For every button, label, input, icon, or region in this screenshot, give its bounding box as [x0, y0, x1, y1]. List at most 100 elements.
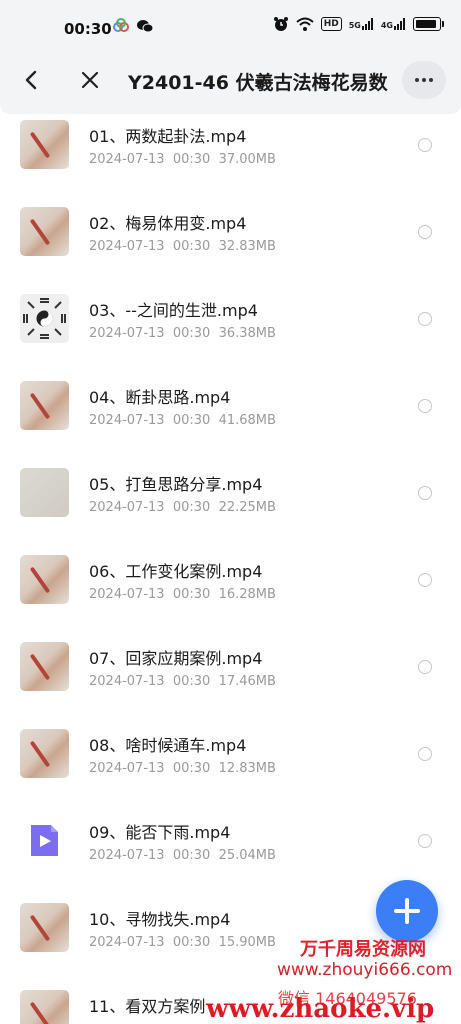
file-name: 01、两数起卦法.mp4: [89, 127, 247, 146]
watermark-site-name: 万千周易资源网: [300, 939, 426, 960]
signal-5g: 5G: [349, 18, 374, 30]
list-item[interactable]: 01、两数起卦法.mp4 2024-07-13 00:30 37.00MB: [0, 114, 461, 201]
alarm-icon: [273, 17, 288, 31]
watermark-url-large: www.zhaoke.vip: [206, 994, 435, 1024]
chevron-left-icon: [25, 70, 37, 90]
video-thumbnail: [20, 207, 69, 256]
file-meta: 2024-07-13 00:30 17.46MB: [89, 674, 276, 689]
status-right-icons: HD 5G 4G: [273, 16, 444, 32]
signal-bars-icon: [394, 18, 405, 30]
network-5g-label: 5G: [348, 21, 361, 30]
chat-bubble-icon: [137, 20, 154, 33]
file-time: 00:30: [172, 848, 211, 863]
list-item[interactable]: 05、打鱼思路分享.mp4 2024-07-13 00:30 22.25MB: [0, 462, 461, 549]
file-date: 2024-07-13: [89, 239, 165, 254]
video-thumbnail: [20, 120, 69, 169]
file-name: 07、回家应期案例.mp4: [89, 649, 263, 668]
page-title: Y2401-46 伏羲古法梅花易数: [128, 72, 388, 94]
video-thumbnail: [20, 990, 69, 1024]
file-time: 00:30: [172, 935, 211, 950]
file-meta: 2024-07-13 00:30 25.04MB: [89, 848, 276, 863]
cloud-app-icon: [113, 18, 129, 32]
file-time: 00:30: [172, 587, 211, 602]
file-name: 03、--之间的生泄.mp4: [89, 301, 258, 320]
file-size: 12.83MB: [218, 761, 276, 776]
status-time: 00:30: [64, 20, 112, 38]
list-item[interactable]: 04、断卦思路.mp4 2024-07-13 00:30 41.68MB: [0, 375, 461, 462]
file-meta: 2024-07-13 00:30 15.90MB: [89, 935, 276, 950]
wifi-icon: [296, 17, 314, 31]
back-button[interactable]: [18, 66, 46, 94]
file-size: 22.25MB: [218, 500, 276, 515]
select-radio[interactable]: [418, 573, 432, 587]
file-name: 11、看双方案例: [89, 997, 206, 1016]
more-options-button[interactable]: [402, 61, 446, 99]
select-radio[interactable]: [418, 834, 432, 848]
status-bar: 00:30 HD 5G 4G: [0, 0, 461, 46]
list-item[interactable]: 02、梅易体用变.mp4 2024-07-13 00:30 32.83MB: [0, 201, 461, 288]
file-date: 2024-07-13: [89, 413, 165, 428]
file-time: 00:30: [172, 326, 211, 341]
status-app-icons: [112, 18, 154, 34]
video-thumbnail: [20, 555, 69, 604]
file-name: 09、能否下雨.mp4: [89, 823, 231, 842]
video-thumbnail: [20, 903, 69, 952]
list-item[interactable]: 06、工作变化案例.mp4 2024-07-13 00:30 16.28MB: [0, 549, 461, 636]
file-date: 2024-07-13: [89, 848, 165, 863]
file-time: 00:30: [172, 239, 211, 254]
signal-bars-icon: [361, 18, 373, 30]
battery-level: [416, 20, 436, 28]
file-size: 16.28MB: [218, 587, 276, 602]
video-thumbnail: [20, 294, 69, 343]
file-name: 05、打鱼思路分享.mp4: [89, 475, 263, 494]
file-time: 00:30: [172, 761, 211, 776]
file-date: 2024-07-13: [89, 326, 165, 341]
list-item[interactable]: 03、--之间的生泄.mp4 2024-07-13 00:30 36.38MB: [0, 288, 461, 375]
file-size: 36.38MB: [218, 326, 276, 341]
video-thumbnail: [20, 381, 69, 430]
file-name: 06、工作变化案例.mp4: [89, 562, 263, 581]
battery-icon: [413, 17, 444, 31]
file-time: 00:30: [172, 413, 211, 428]
file-size: 37.00MB: [218, 152, 276, 167]
add-button[interactable]: [376, 880, 438, 942]
file-meta: 2024-07-13 00:30 36.38MB: [89, 326, 276, 341]
file-name: 10、寻物找失.mp4: [89, 910, 231, 929]
list-item[interactable]: 08、啥时候通车.mp4 2024-07-13 00:30 12.83MB: [0, 723, 461, 810]
select-radio[interactable]: [418, 312, 432, 326]
file-name: 04、断卦思路.mp4: [89, 388, 231, 407]
select-radio[interactable]: [418, 660, 432, 674]
file-size: 17.46MB: [218, 674, 276, 689]
select-radio[interactable]: [418, 138, 432, 152]
file-date: 2024-07-13: [89, 674, 165, 689]
file-meta: 2024-07-13 00:30 12.83MB: [89, 761, 276, 776]
file-meta: 2024-07-13 00:30 41.68MB: [89, 413, 276, 428]
file-time: 00:30: [172, 152, 211, 167]
signal-4g: 4G: [381, 18, 406, 30]
more-horizontal-icon: [415, 78, 419, 82]
video-thumbnail: [20, 816, 69, 865]
file-meta: 2024-07-13 00:30 37.00MB: [89, 152, 276, 167]
close-icon: [81, 71, 99, 89]
file-date: 2024-07-13: [89, 935, 165, 950]
select-radio[interactable]: [418, 399, 432, 413]
file-name: 02、梅易体用变.mp4: [89, 214, 247, 233]
file-date: 2024-07-13: [89, 587, 165, 602]
video-file-icon: [31, 825, 58, 856]
file-time: 00:30: [172, 674, 211, 689]
file-name: 08、啥时候通车.mp4: [89, 736, 247, 755]
video-thumbnail: [20, 468, 69, 517]
file-size: 15.90MB: [218, 935, 276, 950]
file-meta: 2024-07-13 00:30 22.25MB: [89, 500, 276, 515]
select-radio[interactable]: [418, 225, 432, 239]
file-size: 32.83MB: [218, 239, 276, 254]
select-radio[interactable]: [418, 486, 432, 500]
file-date: 2024-07-13: [89, 500, 165, 515]
file-size: 41.68MB: [218, 413, 276, 428]
select-radio[interactable]: [418, 747, 432, 761]
close-button[interactable]: [76, 66, 104, 94]
video-thumbnail: [20, 642, 69, 691]
watermark-url: www.zhouyi666.com: [277, 960, 453, 980]
file-size: 25.04MB: [218, 848, 276, 863]
list-item[interactable]: 07、回家应期案例.mp4 2024-07-13 00:30 17.46MB: [0, 636, 461, 723]
